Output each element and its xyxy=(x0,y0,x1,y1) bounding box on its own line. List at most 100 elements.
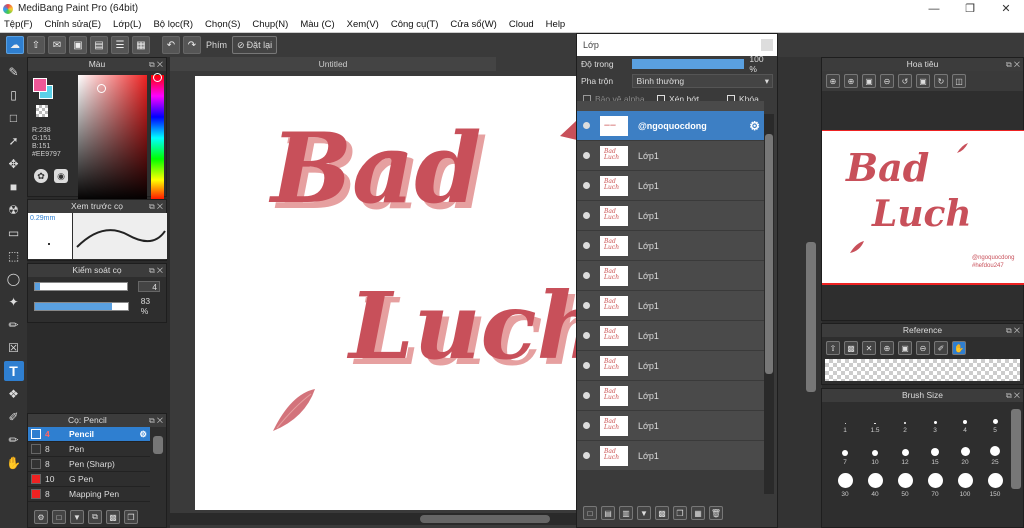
panel-close-icon[interactable] xyxy=(761,39,773,51)
brush-tool-icon[interactable]: ✎ xyxy=(4,62,24,82)
menu-window[interactable]: Cửa sổ(W) xyxy=(450,19,496,30)
blur-tool-icon[interactable]: ✏ xyxy=(4,430,24,450)
menu-filter[interactable]: Bộ lọc(R) xyxy=(153,19,193,30)
close-icon[interactable]: ✕ xyxy=(862,341,876,355)
layer-row[interactable]: Bad Luch Lớp1 xyxy=(577,351,764,381)
layer-row[interactable]: Bad Luch Lớp1 xyxy=(577,141,764,171)
brush-size-option[interactable]: 10 xyxy=(860,440,890,466)
eyedropper-tool-icon[interactable]: ✐ xyxy=(4,407,24,427)
layer-row[interactable]: Bad Luch Lớp1 xyxy=(577,231,764,261)
flip-icon[interactable]: ◫ xyxy=(952,74,966,88)
visibility-icon[interactable] xyxy=(583,152,590,159)
text-tool-icon[interactable]: T xyxy=(3,361,24,381)
brush-size-option[interactable]: 12 xyxy=(890,440,920,466)
eyedropper-icon[interactable]: ✐ xyxy=(934,341,948,355)
layer-row[interactable]: Bad Luch Lớp1 xyxy=(577,441,764,471)
screen-icon[interactable]: ▣ xyxy=(69,36,87,54)
document-tab[interactable]: Untitled xyxy=(170,57,496,71)
panel-controls-icon[interactable]: ⧉ ✕ xyxy=(149,264,163,277)
comment-icon[interactable]: ✉ xyxy=(48,36,66,54)
menu-edit[interactable]: Chỉnh sửa(E) xyxy=(45,19,102,30)
zoom-out-icon[interactable]: ⊖ xyxy=(916,341,930,355)
layer-row[interactable]: Bad Luch Lớp1 xyxy=(577,201,764,231)
brush-size-option[interactable]: 40 xyxy=(860,472,890,498)
panel-controls-icon[interactable]: ⧉ ✕ xyxy=(1006,389,1020,402)
brush-size-option[interactable]: 20 xyxy=(950,440,980,466)
brush-opacity-slider[interactable] xyxy=(34,301,129,311)
operation-tool-icon[interactable]: ❖ xyxy=(4,384,24,404)
folder-icon[interactable]: ▩ xyxy=(844,341,858,355)
folder-icon[interactable]: ▩ xyxy=(106,510,120,524)
brush-size-option[interactable]: 1 xyxy=(830,408,860,434)
gear-icon[interactable]: ⚙ xyxy=(749,119,760,133)
hand-tool-icon[interactable]: ✋ xyxy=(4,453,24,473)
hue-slider[interactable] xyxy=(151,75,164,201)
gradient-tool-icon[interactable]: ▭ xyxy=(4,223,24,243)
foreground-color-swatch[interactable] xyxy=(33,78,47,92)
eraser-tool-icon[interactable]: ▯ xyxy=(4,85,24,105)
layer-row[interactable]: Bad Luch Lớp1 xyxy=(577,261,764,291)
panel-controls-icon[interactable]: ⧉ ✕ xyxy=(149,200,163,213)
fill-rect-tool-icon[interactable]: ■ xyxy=(4,177,24,197)
panel-controls-icon[interactable]: ⧉ ✕ xyxy=(149,58,163,71)
menu-select[interactable]: Chọn(S) xyxy=(205,19,240,30)
visibility-icon[interactable] xyxy=(583,122,590,129)
redo-icon[interactable]: ↷ xyxy=(183,36,201,54)
layer-row[interactable]: —— @ngoquocdong ⚙ xyxy=(577,111,764,141)
brush-size-option[interactable]: 4 xyxy=(950,408,980,434)
layer-row[interactable]: Bad Luch Lớp1 xyxy=(577,321,764,351)
brush-list-scrollbar[interactable] xyxy=(153,436,163,454)
maximize-icon[interactable]: ❐ xyxy=(952,2,988,15)
rotate-right-icon[interactable]: ↻ xyxy=(934,74,948,88)
panel-controls-icon[interactable]: ⧉ ✕ xyxy=(1006,324,1020,337)
brush-item-pencil[interactable]: 4 Pencil ⚙ xyxy=(28,427,150,442)
select-tool-icon[interactable]: ⬚ xyxy=(4,246,24,266)
brush-size-value[interactable]: 4 xyxy=(138,281,160,292)
magic-wand-tool-icon[interactable]: ✦ xyxy=(4,292,24,312)
menu-layer[interactable]: Lớp(L) xyxy=(113,19,141,30)
brush-size-option[interactable]: 25 xyxy=(980,440,1010,466)
brush-item-pen[interactable]: 8 Pen xyxy=(28,442,150,457)
document-icon[interactable]: ▤ xyxy=(90,36,108,54)
new-halftone-layer-icon[interactable]: ▤ xyxy=(601,506,615,520)
duplicate-icon[interactable]: ❐ xyxy=(124,510,138,524)
menu-tools[interactable]: Công cụ(T) xyxy=(391,19,439,30)
fit-icon[interactable]: ▣ xyxy=(898,341,912,355)
sv-cursor[interactable] xyxy=(97,84,106,93)
fit-icon[interactable]: ▣ xyxy=(862,74,876,88)
brush-size-slider[interactable] xyxy=(34,282,129,291)
menu-help[interactable]: Help xyxy=(546,19,566,30)
visibility-icon[interactable] xyxy=(583,392,590,399)
layer-menu-icon[interactable]: ▼ xyxy=(637,506,651,520)
grid-icon[interactable]: ▦ xyxy=(132,36,150,54)
duplicate-layer-icon[interactable]: ❐ xyxy=(673,506,687,520)
menu-color[interactable]: Màu (C) xyxy=(300,19,334,30)
visibility-icon[interactable] xyxy=(583,452,590,459)
drawing-canvas[interactable]: Bad Bad Luch Luch xyxy=(195,76,577,510)
brush-item-pen-sharp[interactable]: 8 Pen (Sharp) xyxy=(28,457,150,472)
rectangle-tool-icon[interactable]: □ xyxy=(4,108,24,128)
visibility-icon[interactable] xyxy=(583,242,590,249)
color-set-icon[interactable]: ◉ xyxy=(54,169,68,183)
new-brush-icon[interactable]: □ xyxy=(52,510,66,524)
hue-cursor[interactable] xyxy=(153,73,162,82)
reset-button[interactable]: ⊘ Đặt lại xyxy=(232,36,278,54)
brush-size-option[interactable]: 70 xyxy=(920,472,950,498)
move-tool-icon[interactable]: ✥ xyxy=(4,154,24,174)
close-icon[interactable]: ✕ xyxy=(988,2,1024,15)
zoom-out-icon[interactable]: ⊖ xyxy=(880,74,894,88)
gear-icon[interactable]: ⚙ xyxy=(139,429,147,440)
brush-size-option[interactable]: 150 xyxy=(980,472,1010,498)
delete-layer-icon[interactable]: 🗑 xyxy=(709,506,723,520)
brush-size-option[interactable]: 3 xyxy=(920,408,950,434)
menu-cloud[interactable]: Cloud xyxy=(509,19,534,30)
cloud-icon[interactable]: ☁ xyxy=(6,36,24,54)
brush-add-icon[interactable]: ⚙ xyxy=(34,510,48,524)
hand-icon[interactable]: ✋ xyxy=(952,341,966,355)
layer-scrollbar[interactable] xyxy=(764,114,774,494)
panel-controls-icon[interactable]: ⧉ ✕ xyxy=(1006,58,1020,71)
gutter-scrollbar[interactable] xyxy=(806,242,816,392)
reference-view[interactable] xyxy=(825,359,1020,381)
bucket-tool-icon[interactable]: ☢ xyxy=(4,200,24,220)
menu-snap[interactable]: Chụp(N) xyxy=(252,19,288,30)
